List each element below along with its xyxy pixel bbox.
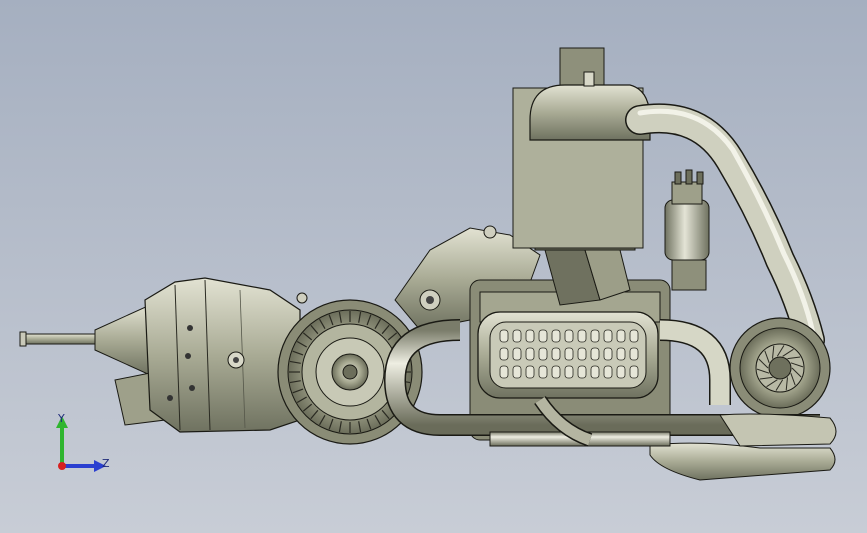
valve-cover-fin xyxy=(512,347,522,361)
distributor xyxy=(664,169,710,291)
triad-origin xyxy=(58,462,66,470)
valve-cover-fin xyxy=(538,347,548,361)
valve-cover-fin xyxy=(551,329,561,343)
air-intake-box xyxy=(512,47,651,249)
valve-cover-fin xyxy=(603,365,613,379)
valve-cover-fin xyxy=(629,365,639,379)
valve-cover-fin xyxy=(603,347,613,361)
valve-cover-fin xyxy=(551,347,561,361)
valve-cover-fin xyxy=(538,329,548,343)
valve-cover-fin xyxy=(577,347,587,361)
valve-cover-fin xyxy=(564,365,574,379)
valve-cover-fin xyxy=(629,329,639,343)
valve-cover-fins xyxy=(499,329,639,379)
valve-cover-fin xyxy=(590,329,600,343)
valve-cover-fin xyxy=(499,365,509,379)
y-axis-label: Y xyxy=(58,412,65,425)
graphics-viewport[interactable]: Y Z xyxy=(0,0,867,533)
valve-cover-fin xyxy=(564,329,574,343)
valve-cover-fin xyxy=(616,347,626,361)
valve-cover-fin xyxy=(590,365,600,379)
valve-cover-fin xyxy=(525,365,535,379)
turbocharger xyxy=(729,317,831,419)
valve-cover-fin xyxy=(512,365,522,379)
z-axis-label: Z xyxy=(102,457,110,470)
valve-cover-fin xyxy=(590,347,600,361)
valve-cover-fin xyxy=(525,329,535,343)
valve-cover-fin xyxy=(525,347,535,361)
valve-cover-fin xyxy=(603,329,613,343)
valve-cover-fin xyxy=(616,365,626,379)
valve-cover-fin xyxy=(499,329,509,343)
engine-model[interactable] xyxy=(0,0,867,533)
valve-cover-fin xyxy=(629,347,639,361)
valve-cover-fin xyxy=(616,329,626,343)
valve-cover-fin xyxy=(564,347,574,361)
valve-cover-fin xyxy=(499,347,509,361)
valve-cover-fin xyxy=(551,365,561,379)
valve-cover-fin xyxy=(512,329,522,343)
valve-cover-fin xyxy=(577,329,587,343)
valve-cover-fin xyxy=(577,365,587,379)
valve-cover-fin xyxy=(538,365,548,379)
